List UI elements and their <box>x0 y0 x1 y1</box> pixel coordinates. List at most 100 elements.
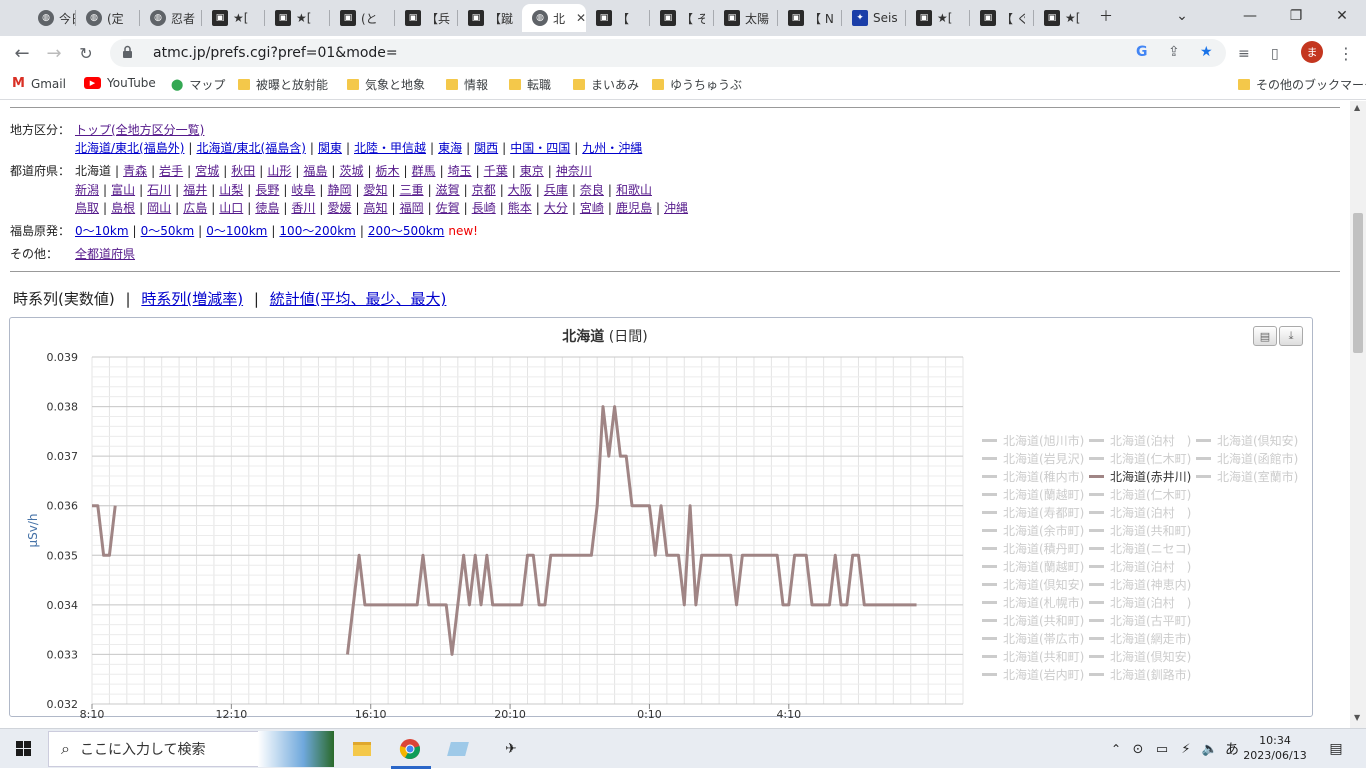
close-tab-icon[interactable]: ✕ <box>576 11 586 25</box>
pref-link[interactable]: 長崎 <box>472 201 496 215</box>
other-bookmarks-folder[interactable]: その他のブックマーク <box>1238 76 1366 93</box>
pref-link[interactable]: 佐賀 <box>436 201 460 215</box>
scroll-up-arrow-icon[interactable]: ▲ <box>1354 103 1360 112</box>
region-link[interactable]: 北海道/東北(福島含) <box>196 141 305 155</box>
tab-search-chevron-icon[interactable]: ⌄ <box>1159 0 1205 32</box>
browser-tab[interactable]: ◍ 北 ✕ <box>522 4 586 32</box>
bookmark-item[interactable]: まいあみ <box>573 76 639 93</box>
fukushima-link[interactable]: 200〜500km <box>368 224 444 238</box>
file-explorer-icon[interactable] <box>348 735 376 763</box>
region-top-link[interactable]: トップ(全地方区分一覧) <box>75 123 204 137</box>
pref-link[interactable]: 福島 <box>303 164 327 178</box>
legend-item[interactable]: 北海道(稚内市) <box>982 468 1084 485</box>
reload-button[interactable]: ↻ <box>73 40 99 66</box>
pref-link[interactable]: 岡山 <box>147 201 171 215</box>
legend-item[interactable]: 北海道(岩内町) <box>982 666 1084 683</box>
legend-item[interactable]: 北海道(帯広市) <box>982 630 1084 647</box>
share-icon[interactable]: ⇪ <box>1168 44 1180 60</box>
pref-link[interactable]: 大阪 <box>508 183 532 197</box>
windows-start-icon[interactable] <box>10 735 38 763</box>
legend-item[interactable]: 北海道(共和町) <box>982 612 1084 629</box>
fukushima-link[interactable]: 0〜100km <box>206 224 267 238</box>
scroll-down-arrow-icon[interactable]: ▼ <box>1354 713 1360 722</box>
bookmark-item[interactable]: 情報 <box>446 76 488 93</box>
pref-link[interactable]: 愛知 <box>364 183 388 197</box>
legend-item[interactable]: 北海道(泊村 ) <box>1089 432 1191 449</box>
pref-link[interactable]: 埼玉 <box>448 164 472 178</box>
legend-item[interactable]: 北海道(共和町) <box>982 648 1084 665</box>
pref-link[interactable]: 京都 <box>472 183 496 197</box>
reading-list-icon[interactable]: ≡ <box>1238 46 1250 62</box>
legend-item[interactable]: 北海道(共和町) <box>1089 522 1191 539</box>
browser-tab[interactable]: ▣ ★[ <box>202 4 265 32</box>
legend-item[interactable]: 北海道(泊村 ) <box>1089 558 1191 575</box>
legend-item[interactable]: 北海道(古平町) <box>1089 612 1191 629</box>
pref-link[interactable]: 茨城 <box>339 164 363 178</box>
pref-link[interactable]: 群馬 <box>412 164 436 178</box>
chrome-icon[interactable] <box>396 735 424 763</box>
maximize-icon[interactable]: ❐ <box>1273 0 1319 32</box>
pref-link[interactable]: 青森 <box>123 164 147 178</box>
browser-tab[interactable]: ▣ 【 N <box>778 4 842 32</box>
pref-link[interactable]: 宮城 <box>195 164 219 178</box>
region-link[interactable]: 九州・沖縄 <box>582 141 642 155</box>
browser-tab[interactable]: ▣ 【 <box>586 4 650 32</box>
bookmark-star-icon[interactable]: ★ <box>1200 44 1213 60</box>
legend-item[interactable]: 北海道(旭川市) <box>982 432 1084 449</box>
pref-link[interactable]: 山口 <box>219 201 243 215</box>
pref-link[interactable]: 山梨 <box>219 183 243 197</box>
browser-tab[interactable]: ◍ 忍者 <box>140 4 202 32</box>
pref-link[interactable]: 愛媛 <box>327 201 351 215</box>
pref-link[interactable]: 岩手 <box>159 164 183 178</box>
bookmark-item[interactable]: 転職 <box>509 76 551 93</box>
url-text[interactable]: atmc.jp/prefs.cgi?pref=01&mode= <box>153 45 398 61</box>
bookmark-item[interactable]: 被曝と放射能 <box>238 76 328 93</box>
legend-item[interactable]: 北海道(室蘭市) <box>1196 468 1298 485</box>
pref-link[interactable]: 三重 <box>400 183 424 197</box>
pref-link[interactable]: 岐阜 <box>291 183 315 197</box>
legend-item[interactable]: 北海道(札幌市) <box>982 594 1084 611</box>
legend-item[interactable]: 北海道(岩見沢) <box>982 450 1084 467</box>
pref-link[interactable]: 新潟 <box>75 183 99 197</box>
bookmark-item[interactable]: ゆうちゅうぶ <box>652 76 742 93</box>
bookmark-item[interactable]: M Gmail <box>12 76 66 91</box>
browser-tab[interactable]: ▣ 【 ぐ <box>970 4 1034 32</box>
pref-link[interactable]: 千葉 <box>484 164 508 178</box>
pref-link[interactable]: 兵庫 <box>544 183 568 197</box>
legend-item[interactable]: 北海道(寿都町) <box>982 504 1084 521</box>
pref-link[interactable]: 富山 <box>111 183 135 197</box>
legend-item[interactable]: 北海道(蘭越町) <box>982 558 1084 575</box>
legend-item[interactable]: 北海道(倶知安) <box>1089 648 1191 665</box>
pref-link[interactable]: 福井 <box>183 183 207 197</box>
pref-link[interactable]: 石川 <box>147 183 171 197</box>
pref-link[interactable]: 神奈川 <box>556 164 592 178</box>
fukushima-link[interactable]: 0〜10km <box>75 224 129 238</box>
fukushima-link[interactable]: 100〜200km <box>279 224 355 238</box>
legend-item[interactable]: 北海道(神恵内) <box>1089 576 1191 593</box>
pref-link[interactable]: 奈良 <box>580 183 604 197</box>
notepad-app-icon[interactable] <box>444 735 472 763</box>
region-link[interactable]: 北海道/東北(福島外) <box>75 141 184 155</box>
profile-avatar[interactable]: ま <box>1301 41 1323 63</box>
browser-tab[interactable]: ◍ 今日 <box>28 4 76 32</box>
mode-link-stats[interactable]: 統計値(平均、最少、最大) <box>270 290 447 308</box>
legend-item[interactable]: 北海道(釧路市) <box>1089 666 1191 683</box>
scroll-thumb[interactable] <box>1353 213 1363 353</box>
pref-link[interactable]: 大分 <box>544 201 568 215</box>
legend-item[interactable]: 北海道(仁木町) <box>1089 450 1191 467</box>
side-panel-icon[interactable]: ▯ <box>1271 46 1279 62</box>
pref-link[interactable]: 滋賀 <box>436 183 460 197</box>
pref-link[interactable]: 広島 <box>183 201 207 215</box>
pref-link[interactable]: 島根 <box>111 201 135 215</box>
legend-item[interactable]: 北海道(函館市) <box>1196 450 1298 467</box>
menu-kebab-icon[interactable]: ⋮ <box>1338 44 1354 63</box>
pref-link[interactable]: 高知 <box>364 201 388 215</box>
pref-link[interactable]: 秋田 <box>231 164 255 178</box>
legend-item[interactable]: 北海道(余市町) <box>982 522 1084 539</box>
pref-link[interactable]: 鹿児島 <box>616 201 652 215</box>
region-link[interactable]: 関東 <box>318 141 342 155</box>
pref-link[interactable]: 栃木 <box>376 164 400 178</box>
legend-item[interactable]: 北海道(赤井川) <box>1089 468 1191 485</box>
pref-link[interactable]: 長野 <box>255 183 279 197</box>
pref-link[interactable]: 徳島 <box>255 201 279 215</box>
